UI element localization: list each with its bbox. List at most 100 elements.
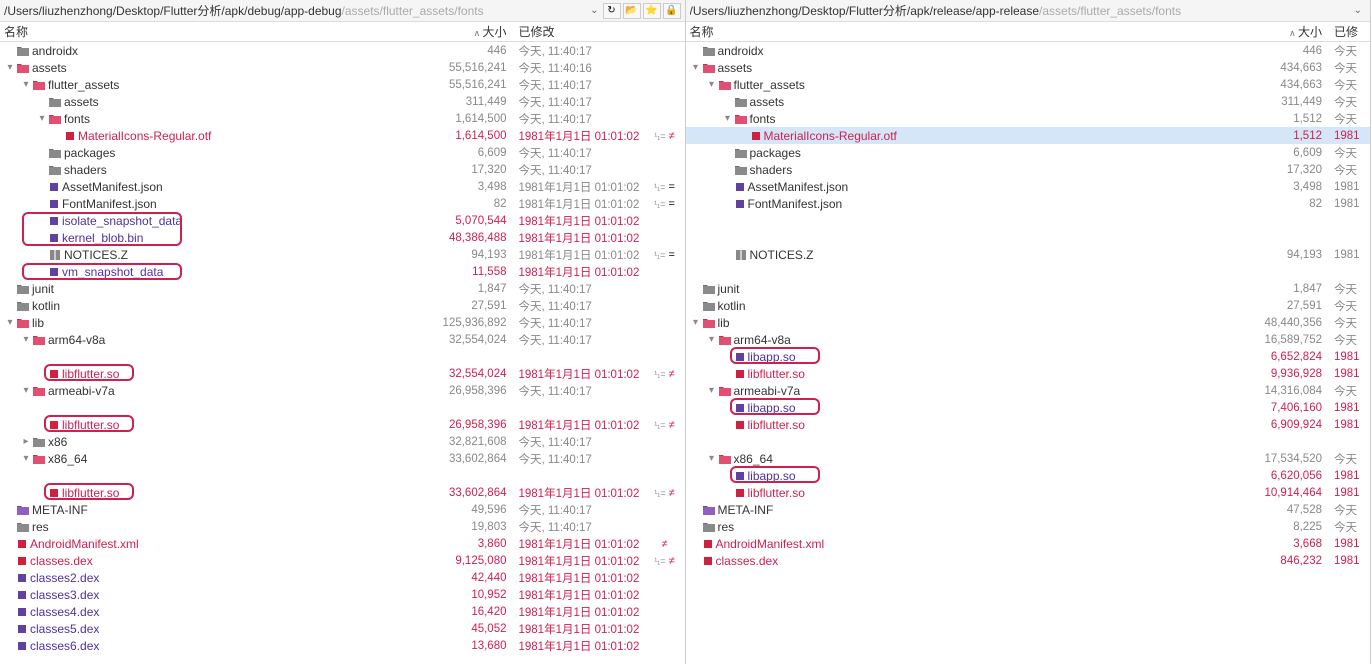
file-row[interactable]: classes3.dex10,9521981年1月1日 01:01:02: [0, 586, 685, 603]
header-name[interactable]: 名称: [0, 23, 435, 40]
folder-row[interactable]: ▾assets55,516,241今天, 11:40:16: [0, 59, 685, 76]
disclosure-icon[interactable]: ▾: [20, 385, 32, 396]
disclosure-icon[interactable]: ▾: [20, 453, 32, 464]
folder-row[interactable]: ▾arm64-v8a32,554,024今天, 11:40:17: [0, 331, 685, 348]
file-row[interactable]: libapp.so6,652,8241981: [686, 348, 1371, 365]
folder-row[interactable]: kotlin27,591今天: [686, 297, 1371, 314]
folder-row[interactable]: ▾lib48,440,356今天: [686, 314, 1371, 331]
folder-row[interactable]: shaders17,320今天: [686, 161, 1371, 178]
bookmark-button[interactable]: ⭐: [643, 3, 661, 19]
file-row[interactable]: AssetManifest.json3,4981981年1月1日 01:01:0…: [0, 178, 685, 195]
left-tree[interactable]: androidx446今天, 11:40:17▾assets55,516,241…: [0, 42, 685, 664]
right-tree[interactable]: androidx446今天▾assets434,663今天▾flutter_as…: [686, 42, 1371, 664]
file-row[interactable]: libflutter.so26,958,3961981年1月1日 01:01:0…: [0, 416, 685, 433]
folder-row[interactable]: ▾armeabi-v7a26,958,396今天, 11:40:17: [0, 382, 685, 399]
file-row[interactable]: libflutter.so33,602,8641981年1月1日 01:01:0…: [0, 484, 685, 501]
folder-row[interactable]: ▾fonts1,512今天: [686, 110, 1371, 127]
file-row[interactable]: FontManifest.json821981: [686, 195, 1371, 212]
disclosure-icon[interactable]: ▾: [690, 317, 702, 328]
folder-row[interactable]: packages6,609今天, 11:40:17: [0, 144, 685, 161]
file-row[interactable]: AndroidManifest.xml3,6681981: [686, 535, 1371, 552]
file-row[interactable]: vm_snapshot_data11,5581981年1月1日 01:01:02: [0, 263, 685, 280]
folder-row[interactable]: junit1,847今天: [686, 280, 1371, 297]
file-row[interactable]: [0, 467, 685, 484]
refresh-button[interactable]: ↻: [603, 3, 621, 19]
folder-row[interactable]: ▾arm64-v8a16,589,752今天: [686, 331, 1371, 348]
disclosure-icon[interactable]: ▾: [4, 62, 16, 73]
folder-row[interactable]: ▾x86_6417,534,520今天: [686, 450, 1371, 467]
file-row[interactable]: AssetManifest.json3,4981981: [686, 178, 1371, 195]
file-row[interactable]: libapp.so7,406,1601981: [686, 399, 1371, 416]
file-row[interactable]: libapp.so6,620,0561981: [686, 467, 1371, 484]
folder-row[interactable]: META-INF49,596今天, 11:40:17: [0, 501, 685, 518]
folder-row[interactable]: ▾assets434,663今天: [686, 59, 1371, 76]
file-row[interactable]: classes5.dex45,0521981年1月1日 01:01:02: [0, 620, 685, 637]
header-modified[interactable]: 已修改: [515, 23, 645, 40]
disclosure-icon[interactable]: ▾: [36, 113, 48, 124]
file-row[interactable]: isolate_snapshot_data5,070,5441981年1月1日 …: [0, 212, 685, 229]
folder-row[interactable]: ▾lib125,936,892今天, 11:40:17: [0, 314, 685, 331]
file-row[interactable]: [686, 433, 1371, 450]
file-row[interactable]: [0, 399, 685, 416]
header-modified[interactable]: 已修: [1330, 23, 1370, 40]
folder-row[interactable]: ▾armeabi-v7a14,316,084今天: [686, 382, 1371, 399]
item-date: 今天: [1330, 77, 1370, 93]
disclosure-icon[interactable]: ▾: [20, 79, 32, 90]
disclosure-icon[interactable]: ▾: [706, 385, 718, 396]
disclosure-icon[interactable]: ▾: [690, 62, 702, 73]
file-row[interactable]: FontManifest.json821981年1月1日 01:01:02¹₁=…: [0, 195, 685, 212]
file-row[interactable]: [0, 348, 685, 365]
header-size[interactable]: ᴧ 大小: [1250, 23, 1330, 40]
header-size[interactable]: ᴧ 大小: [435, 23, 515, 40]
folder-row[interactable]: NOTICES.Z94,1931981年1月1日 01:01:02¹₁= =: [0, 246, 685, 263]
left-path[interactable]: /Users/liuzhenzhong/Desktop/Flutter分析/ap…: [4, 2, 586, 19]
folder-row[interactable]: META-INF47,528今天: [686, 501, 1371, 518]
file-row[interactable]: classes.dex846,2321981: [686, 552, 1371, 569]
item-date: 1981: [1330, 402, 1370, 414]
file-row[interactable]: classes.dex9,125,0801981年1月1日 01:01:02¹₁…: [0, 552, 685, 569]
file-row[interactable]: [686, 229, 1371, 246]
file-row[interactable]: classes2.dex42,4401981年1月1日 01:01:02: [0, 569, 685, 586]
file-row[interactable]: kernel_blob.bin48,386,4881981年1月1日 01:01…: [0, 229, 685, 246]
folder-row[interactable]: res8,225今天: [686, 518, 1371, 535]
disclosure-icon[interactable]: ▾: [722, 113, 734, 124]
file-row[interactable]: [686, 263, 1371, 280]
folder-row[interactable]: ▾flutter_assets434,663今天: [686, 76, 1371, 93]
file-row[interactable]: MaterialIcons-Regular.otf1,614,5001981年1…: [0, 127, 685, 144]
folder-row[interactable]: ▾fonts1,614,500今天, 11:40:17: [0, 110, 685, 127]
folder-row[interactable]: androidx446今天: [686, 42, 1371, 59]
folder-row[interactable]: junit1,847今天, 11:40:17: [0, 280, 685, 297]
chevron-down-icon[interactable]: ⌄: [586, 5, 602, 16]
folder-row[interactable]: ▾flutter_assets55,516,241今天, 11:40:17: [0, 76, 685, 93]
folder-row[interactable]: ▾x86_6433,602,864今天, 11:40:17: [0, 450, 685, 467]
folder-row[interactable]: assets311,449今天, 11:40:17: [0, 93, 685, 110]
header-name[interactable]: 名称: [686, 23, 1251, 40]
file-row[interactable]: libflutter.so9,936,9281981: [686, 365, 1371, 382]
folder-row[interactable]: androidx446今天, 11:40:17: [0, 42, 685, 59]
file-row[interactable]: [686, 212, 1371, 229]
folder-row[interactable]: shaders17,320今天, 11:40:17: [0, 161, 685, 178]
chevron-down-icon[interactable]: ⌄: [1350, 5, 1366, 16]
disclosure-icon[interactable]: ▾: [706, 79, 718, 90]
folder-row[interactable]: res19,803今天, 11:40:17: [0, 518, 685, 535]
folder-row[interactable]: assets311,449今天: [686, 93, 1371, 110]
file-row[interactable]: classes6.dex13,6801981年1月1日 01:01:02: [0, 637, 685, 654]
file-row[interactable]: libflutter.so32,554,0241981年1月1日 01:01:0…: [0, 365, 685, 382]
open-folder-button[interactable]: 📂: [623, 3, 641, 19]
folder-row[interactable]: NOTICES.Z94,1931981: [686, 246, 1371, 263]
right-path[interactable]: /Users/liuzhenzhong/Desktop/Flutter分析/ap…: [690, 2, 1350, 19]
disclosure-icon[interactable]: ▾: [20, 334, 32, 345]
folder-row[interactable]: packages6,609今天: [686, 144, 1371, 161]
file-row[interactable]: MaterialIcons-Regular.otf1,5121981: [686, 127, 1371, 144]
disclosure-icon[interactable]: ▾: [706, 334, 718, 345]
disclosure-icon[interactable]: ▾: [4, 317, 16, 328]
disclosure-icon[interactable]: ▸: [20, 436, 32, 447]
file-row[interactable]: AndroidManifest.xml3,8601981年1月1日 01:01:…: [0, 535, 685, 552]
folder-row[interactable]: ▸x8632,821,608今天, 11:40:17: [0, 433, 685, 450]
file-row[interactable]: classes4.dex16,4201981年1月1日 01:01:02: [0, 603, 685, 620]
lock-button[interactable]: 🔒: [663, 3, 681, 19]
folder-row[interactable]: kotlin27,591今天, 11:40:17: [0, 297, 685, 314]
disclosure-icon[interactable]: ▾: [706, 453, 718, 464]
file-row[interactable]: libflutter.so10,914,4641981: [686, 484, 1371, 501]
file-row[interactable]: libflutter.so6,909,9241981: [686, 416, 1371, 433]
